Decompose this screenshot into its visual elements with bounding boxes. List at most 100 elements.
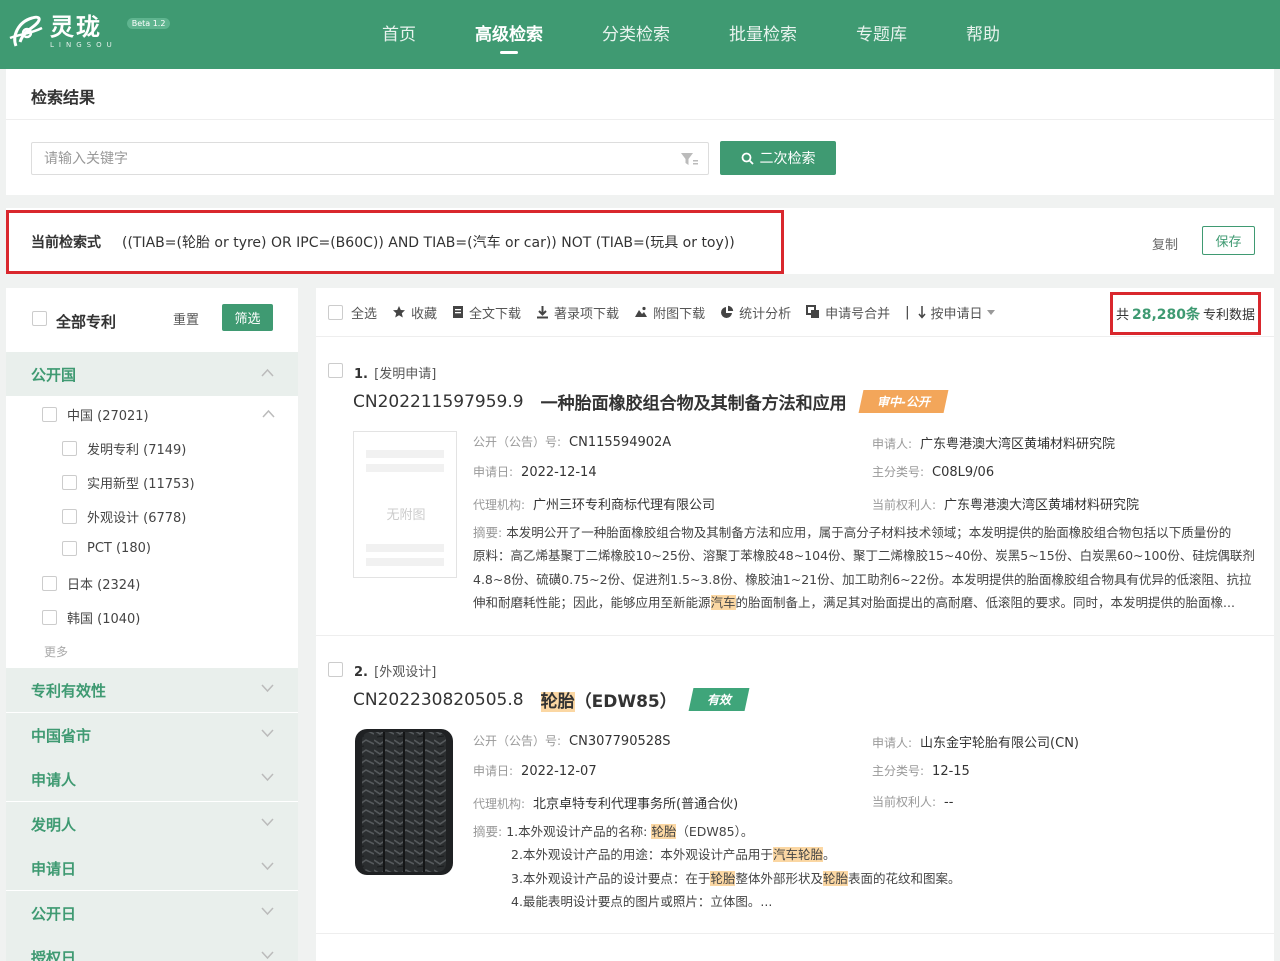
biblio-download-button[interactable]: 著录项下载 [536, 303, 619, 322]
chevron-down-icon [261, 818, 274, 827]
select-all-label: 全选 [351, 306, 378, 322]
chevron-down-icon [261, 773, 274, 782]
query-label: 当前检索式 [31, 235, 101, 251]
keyword-highlight: 轮胎 [710, 870, 736, 886]
checkbox[interactable] [62, 509, 77, 524]
document-icon [453, 306, 464, 318]
facet-publication-date[interactable]: 公开日 [6, 891, 298, 935]
chevron-up-icon[interactable] [262, 409, 275, 418]
caret-down-icon [986, 309, 995, 315]
figure-download-button[interactable]: 附图下载 [634, 303, 705, 322]
keyword-highlight: 轮胎 [822, 870, 848, 886]
application-number[interactable]: CN202211597959.9 [353, 392, 524, 412]
nav-batch-search[interactable]: 批量检索 [707, 0, 819, 69]
total-prefix: 共 [1115, 308, 1129, 323]
image-icon [635, 306, 648, 317]
copy-button[interactable]: 复制 [1152, 234, 1178, 253]
select-all[interactable]: 全选 [328, 303, 377, 322]
agency: 代理机构: 广州三环专利商标代理有限公司 [473, 498, 716, 513]
query-panel: 当前检索式 ((TIAB=(轮胎 or tyre) OR IPC=(B60C))… [6, 208, 1274, 274]
checkbox[interactable] [42, 407, 57, 422]
facet-option-japan[interactable]: 日本 (2324) [42, 574, 140, 593]
chevron-down-icon [261, 907, 274, 916]
biblio-download-label: 著录项下载 [554, 306, 620, 322]
more-link[interactable]: 更多 [44, 643, 68, 660]
main-ipc: 主分类号: C08L9/06 [872, 465, 995, 480]
select-all-checkbox[interactable] [328, 304, 343, 320]
facet-option-invention[interactable]: 发明专利 (7149) [62, 439, 186, 458]
record-thumbnail[interactable]: 无附图 [353, 431, 457, 578]
page-title: 检索结果 [31, 88, 96, 107]
facet-application-date[interactable]: 申请日 [6, 846, 298, 890]
chevron-down-icon [261, 951, 274, 960]
record-title[interactable]: 轮胎（EDW85） [540, 687, 677, 712]
collect-button[interactable]: 收藏 [392, 303, 437, 322]
beta-badge: Beta 1.2 [126, 17, 171, 29]
tire-image[interactable] [354, 728, 454, 876]
facet-inventor[interactable]: 发明人 [6, 802, 298, 846]
statistics-label: 统计分析 [739, 306, 792, 322]
facet-option-label: 外观设计 (6778) [87, 511, 187, 526]
fulltext-download-label: 全文下载 [469, 306, 522, 322]
sort-label: 按申请日 [930, 306, 983, 322]
nav-topic-library[interactable]: 专题库 [834, 0, 929, 69]
keyword-input[interactable] [32, 143, 632, 174]
sort-dropdown[interactable]: 按申请日 [917, 303, 1000, 322]
facet-validity[interactable]: 专利有效性 [6, 668, 298, 712]
facet-option-pct[interactable]: PCT (180) [62, 541, 151, 556]
star-icon [393, 306, 406, 318]
reset-button[interactable]: 重置 [173, 309, 199, 328]
no-image-text: 无附图 [386, 508, 426, 523]
total-count-box: 共 28,280条 专利数据 [1110, 292, 1261, 335]
record-checkbox[interactable] [328, 363, 343, 378]
record-index: 2. [外观设计] [354, 665, 437, 680]
facet-label: 发明人 [31, 815, 77, 834]
application-number[interactable]: CN202230820505.8 [353, 690, 524, 710]
facet-applicant[interactable]: 申请人 [6, 757, 298, 801]
filter-icon[interactable] [680, 151, 698, 167]
nav-classification-search[interactable]: 分类检索 [580, 0, 692, 69]
facet-option-design[interactable]: 外观设计 (6778) [62, 507, 186, 526]
all-patents-label: 全部专利 [56, 313, 117, 331]
facet-grant-date[interactable]: 授权日 [6, 935, 298, 961]
record-title[interactable]: 一种胎面橡胶组合物及其制备方法和应用 [541, 389, 847, 414]
checkbox[interactable] [42, 576, 57, 591]
facet-option-china[interactable]: 中国 (27021) [42, 405, 149, 424]
statistics-button[interactable]: 统计分析 [720, 303, 791, 322]
save-button[interactable]: 保存 [1202, 226, 1255, 255]
facet-label: 申请人 [31, 770, 77, 789]
download-icon [537, 306, 549, 319]
facet-publication-country[interactable]: 公开国 [6, 352, 298, 396]
applicant: 申请人: 广东粤港澳大湾区黄埔材料研究院 [872, 437, 1116, 452]
checkbox[interactable] [62, 475, 77, 490]
placeholder-bar [366, 558, 444, 566]
collect-label: 收藏 [411, 306, 438, 322]
facet-option-utility-model[interactable]: 实用新型 (11753) [62, 473, 195, 492]
secondary-search-button[interactable]: 二次检索 [720, 141, 836, 175]
facet-province[interactable]: 中国省市 [6, 713, 298, 757]
logo-icon [9, 15, 43, 47]
search-icon [741, 152, 754, 165]
facet-label: 公开国 [31, 365, 77, 384]
fulltext-download-button[interactable]: 全文下载 [452, 303, 521, 322]
logo[interactable]: 灵珑 LINGSOU Beta 1.2 [8, 12, 171, 52]
nav-home[interactable]: 首页 [360, 0, 438, 69]
main-ipc: 主分类号: 12-15 [872, 764, 970, 779]
figure-download-label: 附图下载 [653, 306, 706, 322]
facet-option-korea[interactable]: 韩国 (1040) [42, 608, 140, 627]
merge-button[interactable]: 申请号合并 [806, 303, 890, 322]
record-title-row: CN202211597959.9 一种胎面橡胶组合物及其制备方法和应用 审中-公… [353, 389, 949, 414]
facet-label: 专利有效性 [31, 681, 107, 700]
checkbox[interactable] [42, 610, 57, 625]
nav-advanced-search[interactable]: 高级检索 [453, 0, 565, 69]
checkbox[interactable] [62, 441, 77, 456]
nav-help[interactable]: 帮助 [944, 0, 1022, 69]
chevron-down-icon [261, 729, 274, 738]
record-checkbox[interactable] [328, 662, 343, 677]
agency: 代理机构: 北京卓特专利代理事务所(普通合伙) [473, 797, 739, 812]
all-patents-checkbox[interactable] [32, 311, 47, 326]
checkbox[interactable] [62, 541, 77, 556]
apply-filter-button[interactable]: 筛选 [222, 304, 273, 331]
current-owner: 当前权利人: -- [872, 795, 954, 810]
query-highlight-box: 当前检索式 ((TIAB=(轮胎 or tyre) OR IPC=(B60C))… [6, 210, 784, 274]
